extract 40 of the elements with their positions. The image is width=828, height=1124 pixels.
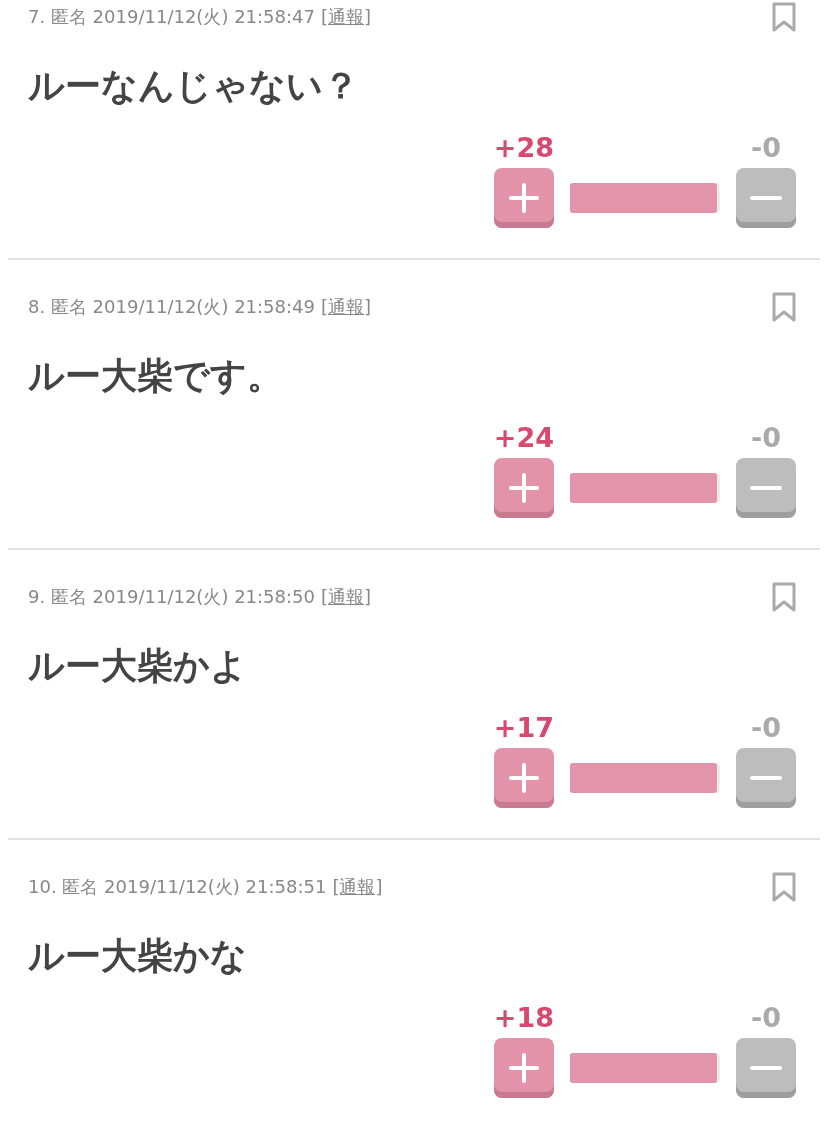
plus-button[interactable] [493, 1038, 554, 1098]
plus-count: +17 [493, 712, 554, 744]
plus-icon [508, 1053, 539, 1083]
report-link[interactable]: [通報] [321, 296, 372, 317]
plus-button[interactable] [493, 168, 554, 228]
report-link[interactable]: [通報] [321, 6, 372, 27]
minus-count: -0 [751, 1002, 781, 1034]
bookmark-icon[interactable] [772, 582, 796, 612]
comment-text: ルーなんじゃない？ [28, 64, 360, 108]
bookmark-icon[interactable] [772, 872, 796, 902]
bookmark-icon[interactable] [772, 292, 796, 322]
post-meta: 10. 匿名 2019/11/12(火) 21:58:51 [通報] [28, 875, 383, 899]
minus-count: -0 [751, 132, 781, 164]
bookmark-icon[interactable] [772, 2, 796, 32]
minus-button[interactable] [736, 748, 796, 808]
plus-icon [508, 473, 539, 503]
post-meta: 8. 匿名 2019/11/12(火) 21:58:49 [通報] [28, 295, 372, 319]
comment-text: ルー大柴かな [28, 934, 248, 978]
comment-text: ルー大柴です。 [28, 354, 284, 398]
report-link[interactable]: [通報] [332, 876, 383, 897]
plus-icon [508, 183, 539, 213]
minus-button[interactable] [736, 1038, 796, 1098]
minus-count: -0 [751, 712, 781, 744]
minus-icon [750, 485, 782, 491]
plus-icon [508, 763, 539, 793]
minus-icon [750, 1065, 782, 1071]
minus-icon [750, 775, 782, 781]
minus-count: -0 [751, 422, 781, 454]
minus-icon [750, 195, 782, 201]
comment-text: ルー大柴かよ [28, 644, 248, 688]
plus-count: +24 [493, 422, 554, 454]
plus-count: +18 [493, 1002, 554, 1034]
post-meta: 9. 匿名 2019/11/12(火) 21:58:50 [通報] [28, 585, 372, 609]
plus-button[interactable] [493, 748, 554, 808]
report-link[interactable]: [通報] [321, 586, 372, 607]
minus-button[interactable] [736, 458, 796, 518]
post-meta: 7. 匿名 2019/11/12(火) 21:58:47 [通報] [28, 5, 372, 29]
plus-button[interactable] [493, 458, 554, 518]
plus-count: +28 [493, 132, 554, 164]
minus-button[interactable] [736, 168, 796, 228]
